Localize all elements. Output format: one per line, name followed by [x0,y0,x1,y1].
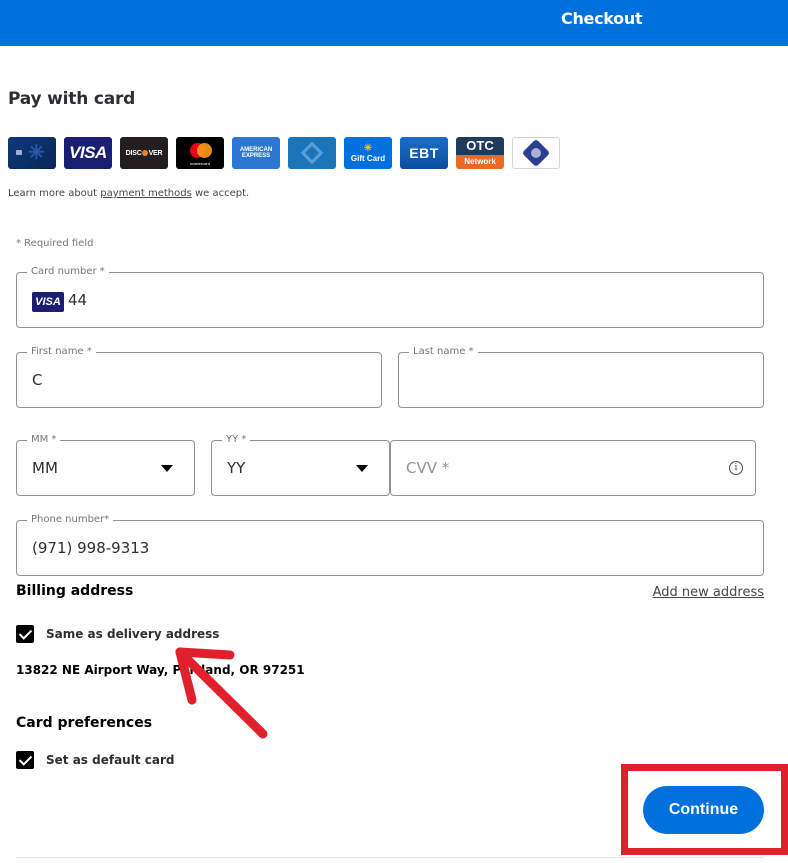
sb-card-icon [512,137,560,169]
month-label: MM * [27,434,61,446]
mastercard-icon: mastercard [176,137,224,169]
card-number-label: Card number * [27,266,109,278]
card-number-field[interactable]: Card number * VISA 44 [16,266,764,328]
learn-more-suffix: we accept. [191,188,250,199]
chevron-down-icon [161,465,173,472]
divider [16,857,764,858]
page-title: Pay with card [8,89,136,109]
learn-more-prefix: Learn more about [8,188,101,199]
billing-address-title: Billing address [16,583,134,599]
discover-icon: DISC VER [120,137,168,169]
default-card-checkbox[interactable] [16,751,34,769]
required-field-note: * Required field [16,238,94,249]
expiry-year-select[interactable]: YY * YY [211,434,390,496]
gift-card-icon: ✳ Gift Card [344,137,392,169]
checkout-header: Checkout [0,0,788,46]
arrow-head-top [175,647,235,660]
payment-methods-link[interactable]: payment methods [100,188,192,199]
year-label: YY * [222,434,251,446]
first-name-value: C [32,371,43,389]
capital-one-card-icon [288,137,336,169]
visa-brand-icon: VISA [32,292,64,312]
cvv-field[interactable]: CVV * i [390,440,756,496]
last-name-field[interactable]: Last name * [398,346,764,408]
first-name-label: First name * [27,346,96,358]
last-name-label: Last name * [409,346,478,358]
annotation-highlight-box [621,764,788,855]
billing-address-text: 13822 NE Airport Way, Portland, OR 97251 [16,663,305,677]
year-value: YY [227,459,246,477]
phone-number-label: Phone number* [27,514,114,526]
header-title: Checkout [561,9,643,28]
phone-number-value: (971) 998-9313 [32,539,150,557]
first-name-field[interactable]: First name * C [16,346,382,408]
annotation-arrow-icon [175,647,268,739]
learn-more-text: Learn more about payment methods we acce… [8,188,249,199]
month-value: MM [32,459,58,477]
otc-network-icon: OTC Network [456,137,504,169]
chevron-down-icon [356,465,368,472]
cvv-placeholder: CVV * [406,459,450,477]
ebt-icon: EBT [400,137,448,169]
american-express-icon: AMERICAN EXPRESS [232,137,280,169]
visa-icon: VISA [64,137,112,169]
expiry-month-select[interactable]: MM * MM [16,434,195,496]
info-icon[interactable]: i [729,461,743,475]
card-number-value: 44 [68,291,88,309]
add-new-address-link[interactable]: Add new address [653,585,764,600]
card-preferences-title: Card preferences [16,715,153,731]
phone-number-field[interactable]: Phone number* (971) 998-9313 [16,514,764,576]
walmart-card-icon: ✳ [8,137,56,169]
accepted-cards: ✳ VISA DISC VER mastercard AMERICAN EXPRES… [8,137,560,169]
same-as-delivery-label[interactable]: Same as delivery address [46,627,219,641]
same-as-delivery-checkbox[interactable] [16,625,34,643]
default-card-label[interactable]: Set as default card [46,753,174,767]
